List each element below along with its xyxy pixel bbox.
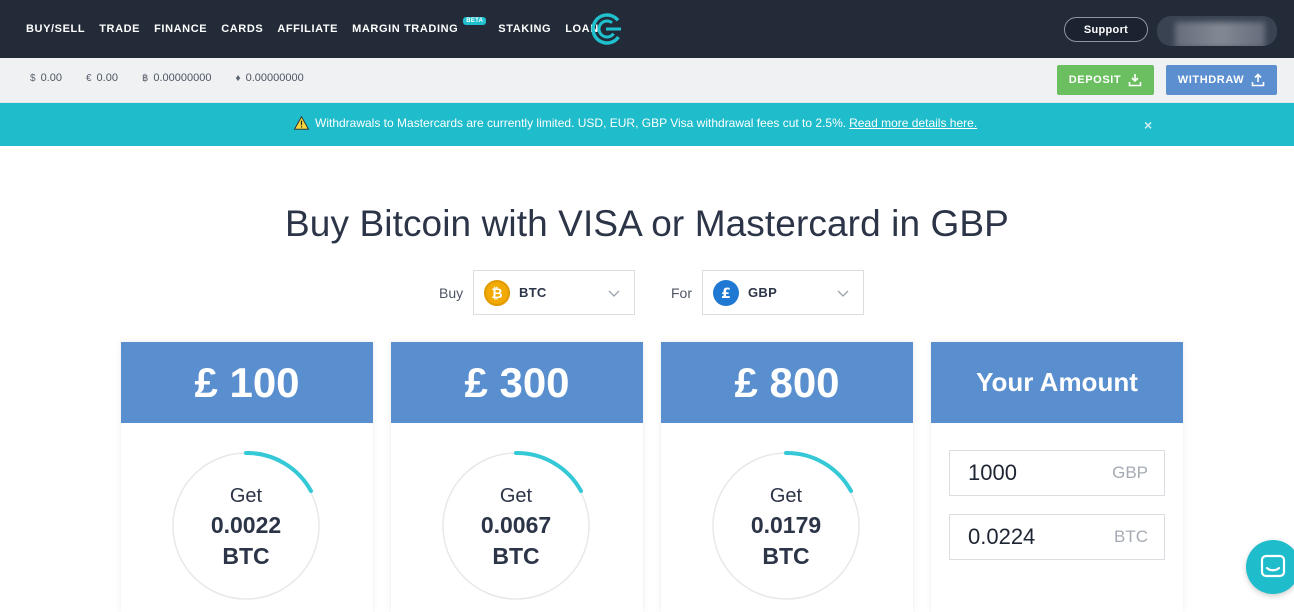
- fiat-amount-value: 1000: [968, 460, 1017, 485]
- preset-card-300[interactable]: £ 300 Get 0.0067 BTC: [391, 342, 643, 612]
- cex-logo-icon[interactable]: [590, 12, 624, 46]
- receive-amount: 0.0179: [750, 512, 822, 538]
- balance-usd-value: 0.00: [40, 72, 62, 84]
- chat-icon: [1260, 554, 1286, 578]
- crypto-amount-unit: BTC: [1114, 527, 1148, 546]
- balance-btc-value: 0.00000000: [153, 72, 212, 84]
- deposit-button[interactable]: DEPOSIT: [1057, 65, 1154, 95]
- chevron-down-icon: [837, 290, 849, 297]
- withdraw-button[interactable]: WITHDRAW: [1166, 65, 1277, 95]
- nav-margin-trading[interactable]: MARGIN TRADING BETA: [352, 17, 487, 35]
- nav-staking[interactable]: STAKING: [498, 23, 551, 35]
- svg-text:£: £: [721, 286, 731, 301]
- nav-margin-trading-label: MARGIN TRADING: [352, 23, 459, 35]
- receive-currency: BTC: [762, 543, 810, 569]
- preset-card-800[interactable]: £ 800 Get 0.0179 BTC: [661, 342, 913, 612]
- balance-eur-value: 0.00: [96, 72, 118, 84]
- custom-card-title: Your Amount: [931, 342, 1183, 423]
- beta-badge: BETA: [463, 17, 487, 25]
- support-button[interactable]: Support: [1064, 17, 1148, 42]
- card-amount: £ 100: [121, 342, 373, 423]
- balance-eth: ♦ 0.00000000: [235, 72, 303, 84]
- pound-icon: £: [713, 279, 739, 306]
- eur-icon: €: [85, 72, 92, 84]
- nav-cards[interactable]: CARDS: [221, 23, 263, 35]
- btc-icon: ฿: [141, 72, 149, 84]
- get-label: Get: [769, 485, 803, 507]
- buy-label: Buy: [439, 285, 464, 301]
- card-amount: £ 800: [661, 342, 913, 423]
- nav-finance[interactable]: FINANCE: [154, 23, 207, 35]
- chevron-down-icon: [608, 290, 620, 297]
- notice-banner: Withdrawals to Mastercards are currently…: [0, 103, 1294, 146]
- preset-card-100[interactable]: £ 100 Get 0.0022 BTC: [121, 342, 373, 612]
- nav-affiliate[interactable]: AFFILIATE: [277, 23, 338, 35]
- card-receive: Get 0.0179 BTC: [711, 482, 861, 572]
- balance-usd: $0.00: [30, 72, 62, 84]
- crypto-amount-value: 0.0224: [968, 524, 1036, 549]
- withdraw-label: WITHDRAW: [1177, 74, 1245, 86]
- receive-amount: 0.0022: [210, 512, 282, 538]
- top-navigation: BUY/SELL TRADE FINANCE CARDS AFFILIATE M…: [0, 0, 1294, 58]
- user-account-menu[interactable]: [1157, 16, 1277, 46]
- balance-eur: €0.00: [86, 72, 118, 84]
- get-label: Get: [499, 485, 533, 507]
- chat-button[interactable]: [1246, 540, 1294, 594]
- upload-icon: [1251, 73, 1265, 87]
- notice-read-more-link[interactable]: Read more details here.: [849, 116, 977, 130]
- notice-text: Withdrawals to Mastercards are currently…: [315, 116, 847, 130]
- custom-amount-card: Your Amount 1000 GBP 0.0224 BTC: [931, 342, 1183, 612]
- receive-currency: BTC: [222, 543, 270, 569]
- notice-content: Withdrawals to Mastercards are currently…: [294, 116, 977, 130]
- for-label: For: [671, 285, 692, 301]
- fiat-currency-value: GBP: [748, 285, 778, 300]
- bitcoin-icon: ₿: [484, 279, 510, 306]
- receive-currency: BTC: [492, 543, 540, 569]
- download-icon: [1128, 74, 1142, 87]
- card-receive: Get 0.0067 BTC: [441, 482, 591, 572]
- get-label: Get: [229, 485, 263, 507]
- deposit-label: DEPOSIT: [1068, 74, 1122, 86]
- buy-currency-select[interactable]: ₿ BTC: [473, 270, 635, 315]
- buy-currency-value: BTC: [519, 285, 547, 300]
- nav-trade[interactable]: TRADE: [99, 23, 140, 35]
- fiat-amount-unit: GBP: [1112, 463, 1148, 482]
- balance-eth-value: 0.00000000: [245, 72, 304, 84]
- crypto-amount-input[interactable]: 0.0224 BTC: [949, 514, 1165, 560]
- balances-list: $0.00 €0.00 ฿ 0.00000000 ♦ 0.00000000: [30, 72, 328, 84]
- receive-amount: 0.0067: [480, 512, 552, 538]
- card-amount: £ 300: [391, 342, 643, 423]
- nav-menu: BUY/SELL TRADE FINANCE CARDS AFFILIATE M…: [26, 17, 613, 35]
- nav-buy-sell[interactable]: BUY/SELL: [26, 23, 85, 35]
- balance-btc: ฿ 0.00000000: [142, 72, 212, 84]
- user-name-redacted: [1175, 22, 1265, 46]
- card-receive: Get 0.0022 BTC: [171, 482, 321, 572]
- page-title: Buy Bitcoin with VISA or Mastercard in G…: [285, 203, 1009, 244]
- close-icon[interactable]: ×: [1144, 117, 1152, 133]
- warning-icon: [294, 116, 309, 130]
- svg-text:₿: ₿: [491, 286, 502, 301]
- fiat-amount-input[interactable]: 1000 GBP: [949, 450, 1165, 496]
- fiat-currency-select[interactable]: £ GBP: [702, 270, 864, 315]
- eth-icon: ♦: [235, 72, 241, 84]
- usd-icon: $: [30, 72, 36, 84]
